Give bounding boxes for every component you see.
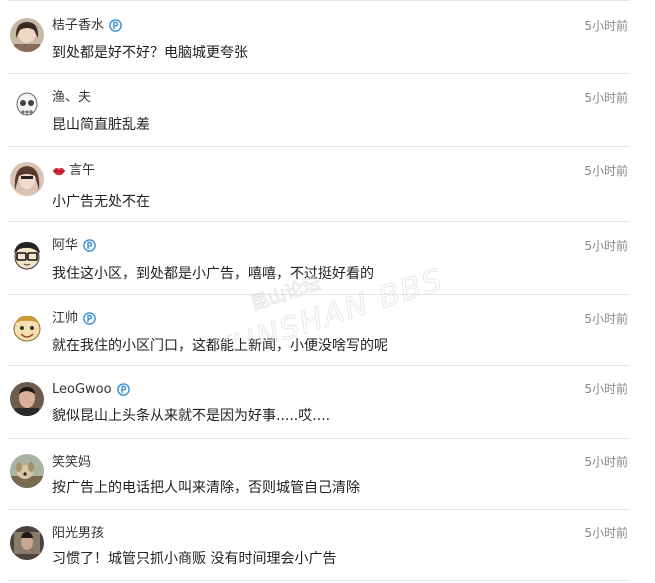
comment-text: 昆山简直脏乱差: [52, 117, 150, 133]
timestamp: 5小时前: [584, 526, 628, 540]
username-text: 笑笑妈: [52, 455, 92, 470]
username-text: 言午: [69, 163, 96, 178]
comment-item: 言午 5小时前 小广告无处不在: [8, 147, 630, 222]
username-text: 阳光男孩: [52, 526, 105, 541]
username[interactable]: 渔、夫: [52, 90, 91, 107]
comment-item: 渔、夫 5小时前 昆山简直脏乱差: [8, 74, 630, 147]
comment-item: 桔子香水 5小时前 到处都是好不好？电脑城更夸张: [8, 0, 630, 74]
comment-text: 我住这小区，到处都是小广告，嘻嘻，不过挺好看的: [52, 266, 374, 282]
avatar[interactable]: [10, 239, 44, 273]
username-text: 渔、夫: [52, 90, 92, 105]
avatar[interactable]: [10, 90, 44, 124]
username-text: 阿华: [52, 238, 79, 253]
timestamp: 5小时前: [584, 312, 628, 326]
avatar[interactable]: [10, 454, 44, 488]
comment-item: 阳光男孩 5小时前 习惯了！城管只抓小商贩 没有时间理会小广告: [8, 510, 630, 581]
avatar[interactable]: [10, 311, 44, 345]
timestamp: 5小时前: [584, 382, 628, 396]
comment-text: 貌似昆山上头条从来就不是因为好事.....哎....: [52, 408, 331, 424]
comment-item: 笑笑妈 5小时前 按广告上的电话把人叫来清除，否则城管自己清除: [8, 439, 630, 510]
username[interactable]: LeoGwoo: [52, 382, 130, 399]
username[interactable]: 笑笑妈: [52, 455, 91, 472]
username[interactable]: 江帅: [52, 311, 96, 328]
avatar[interactable]: [10, 18, 44, 52]
timestamp: 5小时前: [584, 239, 628, 253]
verified-icon: [109, 18, 122, 32]
username[interactable]: 阿华: [52, 238, 96, 255]
timestamp: 5小时前: [584, 91, 628, 105]
avatar[interactable]: [10, 382, 44, 416]
verified-icon: [83, 238, 96, 252]
avatar[interactable]: [10, 162, 44, 196]
verified-icon: [116, 382, 130, 396]
avatar[interactable]: [10, 526, 44, 560]
username[interactable]: 阳光男孩: [52, 526, 104, 543]
timestamp: 5小时前: [584, 455, 628, 469]
timestamp: 5小时前: [584, 164, 628, 178]
username-text: LeoGwoo: [52, 382, 112, 397]
username-text: 江帅: [52, 311, 79, 326]
username[interactable]: 桔子香水: [52, 18, 122, 35]
lips-icon: [52, 167, 66, 176]
comment-text: 就在我住的小区门口，这都能上新闻，小便没啥写的呢: [52, 338, 388, 354]
verified-icon: [83, 311, 96, 325]
timestamp: 5小时前: [584, 19, 628, 33]
comment-item: 阿华 5小时前 我住这小区，到处都是小广告，嘻嘻，不过挺好看的: [8, 222, 630, 295]
comment-item: LeoGwoo 5小时前 貌似昆山上头条从来就不是因为好事.....哎....: [8, 366, 630, 439]
comment-text: 小广告无处不在: [52, 194, 150, 210]
username[interactable]: 言午: [52, 163, 95, 180]
username-text: 桔子香水: [52, 18, 105, 33]
comment-text: 到处都是好不好？电脑城更夸张: [52, 45, 248, 61]
comment-text: 按广告上的电话把人叫来清除，否则城管自己清除: [52, 480, 360, 496]
comment-list: 桔子香水 5小时前 到处都是好不好？电脑城更夸张 渔、夫 5小时前 昆山简直脏乱…: [8, 0, 630, 581]
comment-item: 江帅 5小时前 就在我住的小区门口，这都能上新闻，小便没啥写的呢: [8, 295, 630, 366]
comment-text: 习惯了！城管只抓小商贩 没有时间理会小广告: [52, 551, 337, 567]
